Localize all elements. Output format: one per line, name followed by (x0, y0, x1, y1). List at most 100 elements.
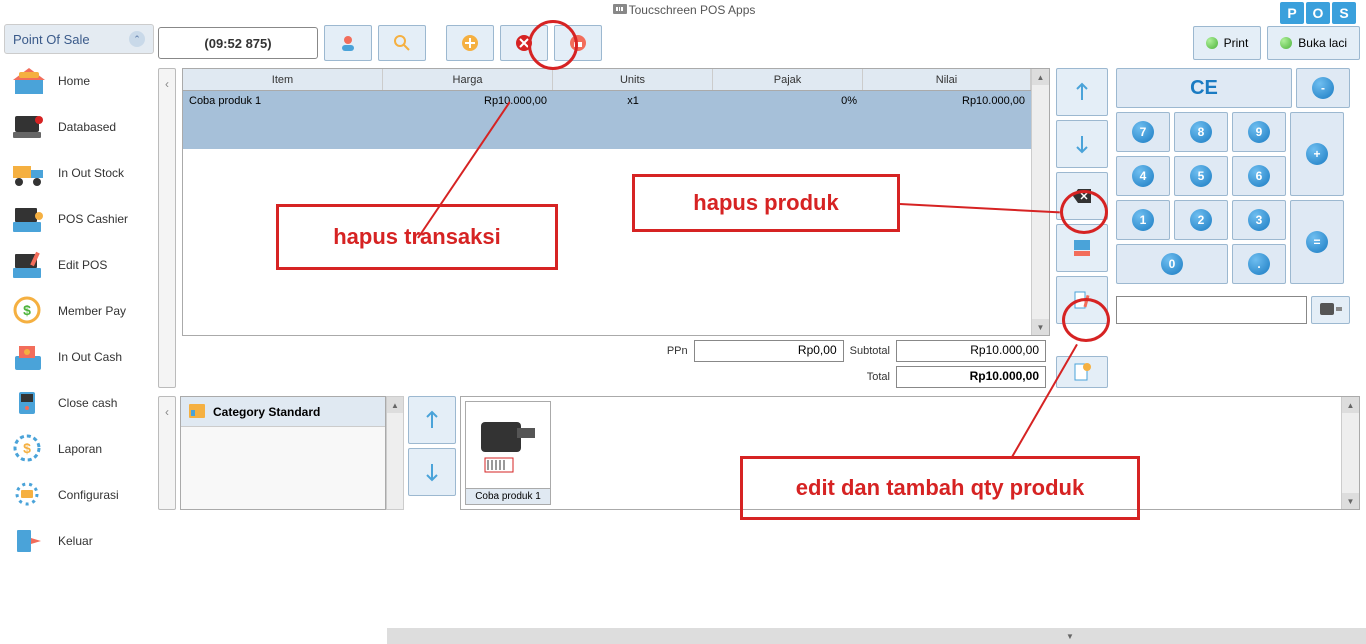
ppn-value: Rp0,00 (694, 340, 844, 362)
sidebar-item-laporan[interactable]: $ Laporan (4, 426, 154, 472)
add-button[interactable] (446, 25, 494, 61)
scroll-down-icon[interactable]: ▼ (1342, 493, 1359, 509)
scanner-icon (611, 2, 629, 18)
scanner-icon (1318, 301, 1344, 319)
scan-button[interactable] (1311, 296, 1350, 324)
scroll-down-icon[interactable]: ▼ (387, 628, 1366, 644)
sidebar-item-editpos[interactable]: Edit POS (4, 242, 154, 288)
pos-badge: P O S (1280, 2, 1356, 24)
app-title: Toucschreen POS Apps (629, 3, 756, 17)
config-icon (6, 476, 52, 514)
key-8[interactable]: 8 (1174, 112, 1228, 152)
key-5[interactable]: 5 (1174, 156, 1228, 196)
person-icon (338, 33, 358, 53)
sidebar-item-inoutstock[interactable]: In Out Stock (4, 150, 154, 196)
sidebar-item-poscashier[interactable]: POS Cashier (4, 196, 154, 242)
print-button[interactable]: Print (1193, 26, 1262, 60)
table-row[interactable]: Coba produk 1 Rp10.000,00 x1 0% Rp10.000… (183, 91, 1031, 149)
collapse-left-bottom[interactable]: ‹ (158, 396, 176, 510)
note-button[interactable] (1056, 356, 1108, 388)
sidebar-header[interactable]: Point Of Sale ⌃ (4, 24, 154, 54)
open-drawer-button[interactable]: Buka laci (1267, 26, 1360, 60)
basket-icon (569, 34, 587, 52)
col-pajak: Pajak (713, 69, 863, 90)
chevron-left-icon: ‹ (165, 77, 169, 91)
category-up-button[interactable] (408, 396, 456, 444)
subtotal-value: Rp10.000,00 (896, 340, 1046, 362)
key-dot[interactable]: . (1232, 244, 1286, 284)
key-3[interactable]: 3 (1232, 200, 1286, 240)
key-2[interactable]: 2 (1174, 200, 1228, 240)
product-card[interactable]: Coba produk 1 (465, 401, 551, 505)
hold-button[interactable] (554, 25, 602, 61)
x-icon (515, 34, 533, 52)
category-list: Category Standard (180, 396, 386, 510)
dot-icon (1206, 37, 1218, 49)
table-header: Item Harga Units Pajak Nilai (183, 69, 1031, 91)
product-info-button[interactable] (1056, 224, 1108, 272)
category-icon (187, 402, 207, 422)
table-scrollbar[interactable]: ▲ ▼ (1031, 69, 1049, 335)
arrow-down-icon (1073, 132, 1091, 156)
sidebar-item-closecash[interactable]: Close cash (4, 380, 154, 426)
arrow-up-icon (423, 408, 441, 432)
barcode-input[interactable] (1116, 296, 1307, 324)
product-grid: Coba produk 1 ▲ ▼ (460, 396, 1360, 510)
category-header[interactable]: Category Standard (181, 397, 385, 427)
key-0[interactable]: 0 (1116, 244, 1228, 284)
sidebar-item-inoutcash[interactable]: In Out Cash (4, 334, 154, 380)
product-image (466, 402, 550, 488)
exit-icon (6, 522, 52, 560)
arrow-up-icon (1073, 80, 1091, 104)
category-down-button[interactable] (408, 448, 456, 496)
delete-transaction-button[interactable] (500, 25, 548, 61)
key-minus[interactable]: - (1296, 68, 1350, 108)
sidebar-item-home[interactable]: Home (4, 58, 154, 104)
key-4[interactable]: 4 (1116, 156, 1170, 196)
collapse-left[interactable]: ‹ (158, 68, 176, 388)
category-scrollbar[interactable]: ▲ ▼ (386, 396, 404, 510)
sidebar-item-keluar[interactable]: Keluar (4, 518, 154, 564)
search-button[interactable] (378, 25, 426, 61)
sidebar-item-configurasi[interactable]: Configurasi (4, 472, 154, 518)
customer-button[interactable] (324, 25, 372, 61)
grid-scrollbar[interactable]: ▲ ▼ (1341, 397, 1359, 509)
arrow-down-icon (423, 460, 441, 484)
backspace-icon (1071, 187, 1093, 205)
scroll-up-icon[interactable]: ▲ (1342, 397, 1359, 413)
delete-row-button[interactable] (1056, 172, 1108, 220)
sidebar: Point Of Sale ⌃ Home Databased In Out St… (0, 20, 158, 644)
key-1[interactable]: 1 (1116, 200, 1170, 240)
scroll-up-icon[interactable]: ▲ (1032, 69, 1049, 85)
svg-text:$: $ (23, 302, 31, 318)
svg-text:$: $ (23, 440, 31, 456)
key-7[interactable]: 7 (1116, 112, 1170, 152)
key-ce[interactable]: CE (1116, 68, 1292, 108)
cashier-icon (6, 200, 52, 238)
cash-icon (6, 338, 52, 376)
col-item: Item (183, 69, 383, 90)
product-icon (1071, 237, 1093, 259)
titlebar: Toucschreen POS Apps P O S (0, 0, 1366, 20)
key-9[interactable]: 9 (1232, 112, 1286, 152)
sidebar-item-memberpay[interactable]: $ Member Pay (4, 288, 154, 334)
toolbar: (09:52 875) Print Buka laci (158, 24, 1360, 62)
transaction-time: (09:52 875) (158, 27, 318, 59)
ppn-label: PPn (667, 345, 688, 357)
plus-icon (461, 34, 479, 52)
database-icon (6, 108, 52, 146)
sidebar-item-databased[interactable]: Databased (4, 104, 154, 150)
report-icon: $ (6, 430, 52, 468)
member-pay-icon: $ (6, 292, 52, 330)
row-up-button[interactable] (1056, 68, 1108, 116)
scroll-down-icon[interactable]: ▼ (1032, 319, 1049, 335)
edit-qty-button[interactable] (1056, 276, 1108, 324)
product-label: Coba produk 1 (466, 488, 550, 504)
dot-icon (1280, 37, 1292, 49)
search-icon (392, 33, 412, 53)
scroll-up-icon[interactable]: ▲ (387, 397, 403, 413)
key-6[interactable]: 6 (1232, 156, 1286, 196)
row-down-button[interactable] (1056, 120, 1108, 168)
col-nilai: Nilai (863, 69, 1031, 90)
total-label: Total (867, 371, 890, 383)
